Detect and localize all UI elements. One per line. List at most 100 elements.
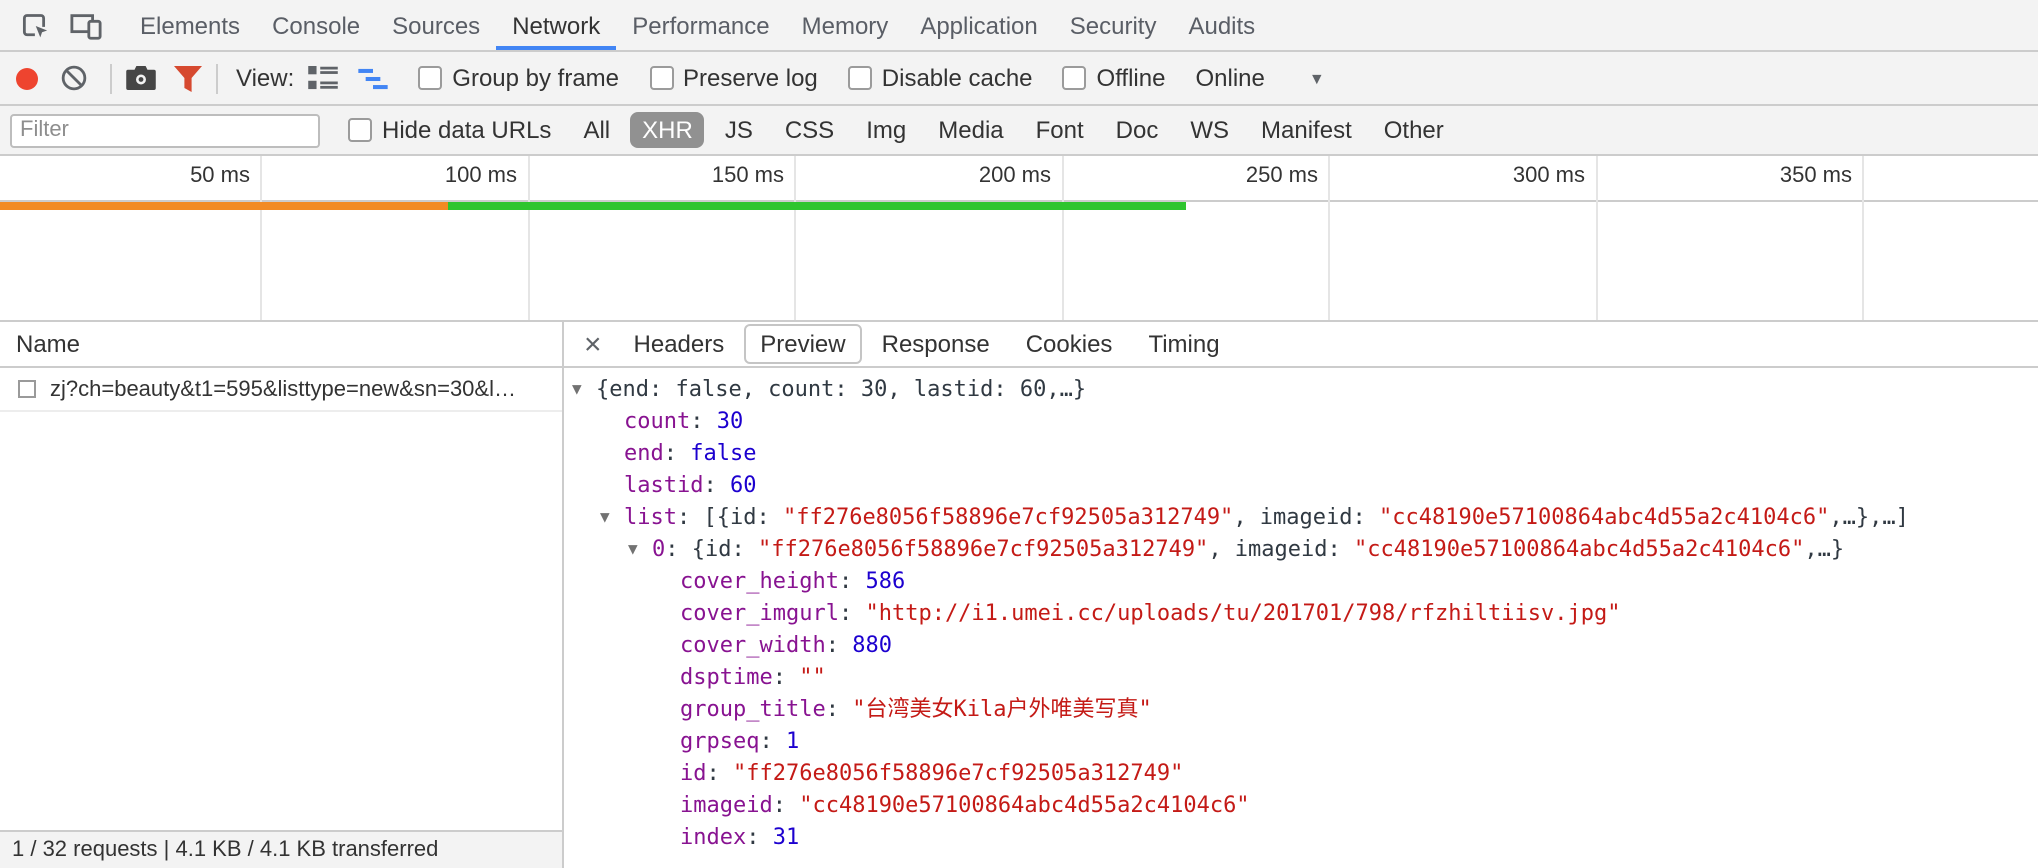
tree-line[interactable]: index: 31 — [564, 822, 2038, 854]
toggle-group-by-frame[interactable]: Group by frame — [418, 64, 619, 92]
tree-line[interactable]: ▼list: [{id: "ff276e8056f58896e7cf92505a… — [564, 502, 2038, 534]
tree-segment: "cc48190e57100864abc4d55a2c4104c6" — [1379, 504, 1829, 530]
waterfall-icon — [358, 67, 388, 89]
tree-line[interactable]: grpseq: 1 — [564, 726, 2038, 758]
tab-security[interactable]: Security — [1054, 0, 1173, 50]
tree-line[interactable]: count: 30 — [564, 406, 2038, 438]
filter-type-all[interactable]: All — [571, 112, 622, 148]
tree-line[interactable]: cover_width: 880 — [564, 630, 2038, 662]
tree-line[interactable]: imageid: "cc48190e57100864abc4d55a2c4104… — [564, 790, 2038, 822]
close-icon[interactable]: × — [570, 329, 616, 359]
expand-arrow-icon[interactable]: ▼ — [572, 374, 582, 406]
tick-label: 250 ms — [1246, 164, 1328, 188]
tree-segment: "" — [799, 664, 826, 690]
tree-segment: : [{id: — [677, 504, 783, 530]
filter-type-css[interactable]: CSS — [773, 112, 846, 148]
details-panel: × HeadersPreviewResponseCookiesTiming ▼{… — [564, 322, 2038, 868]
tab-audits[interactable]: Audits — [1172, 0, 1271, 50]
tab-application[interactable]: Application — [904, 0, 1053, 50]
expand-arrow-icon[interactable]: ▼ — [600, 502, 610, 534]
detail-tab-preview[interactable]: Preview — [744, 324, 861, 364]
tree-segment: 60 — [730, 472, 757, 498]
tree-segment: ,…} — [1804, 536, 1844, 562]
name-column-header[interactable]: Name — [0, 322, 562, 368]
inspect-element-button[interactable] — [8, 0, 60, 50]
throttling-select[interactable]: Online — [1195, 64, 1264, 92]
tree-segment: : — [826, 632, 853, 658]
gridline — [260, 156, 262, 322]
filter-type-media[interactable]: Media — [926, 112, 1015, 148]
checkbox-icon[interactable] — [848, 66, 872, 90]
filter-type-font[interactable]: Font — [1024, 112, 1096, 148]
tree-line[interactable]: ▼0: {id: "ff276e8056f58896e7cf92505a3127… — [564, 534, 2038, 566]
tree-segment: "台湾美女Kila户外唯美写真" — [852, 696, 1152, 722]
tree-segment: "cc48190e57100864abc4d55a2c4104c6" — [1354, 536, 1804, 562]
toolbar-separator — [110, 63, 112, 93]
capture-screenshots-button[interactable] — [126, 66, 156, 90]
tree-line[interactable]: ▼{end: false, count: 30, lastid: 60,…} — [564, 374, 2038, 406]
gridline — [1862, 156, 1864, 322]
detail-tab-timing[interactable]: Timing — [1132, 324, 1235, 364]
checkbox-icon[interactable] — [649, 66, 673, 90]
filter-type-doc[interactable]: Doc — [1104, 112, 1171, 148]
detail-tab-response[interactable]: Response — [866, 324, 1006, 364]
request-row[interactable]: zj?ch=beauty&t1=595&listtype=new&sn=30&l… — [0, 368, 562, 412]
filter-type-xhr[interactable]: XHR — [630, 112, 705, 148]
clear-button[interactable] — [60, 64, 88, 92]
tree-segment: : — [773, 792, 800, 818]
tree-segment: : {id: — [665, 536, 758, 562]
tree-segment: end — [624, 440, 664, 466]
tree-segment: : — [826, 696, 853, 722]
toggle-preserve-log[interactable]: Preserve log — [649, 64, 818, 92]
filter-toggle-button[interactable] — [174, 65, 202, 91]
tab-sources[interactable]: Sources — [376, 0, 496, 50]
view-label: View: — [236, 64, 294, 92]
toggle-disable-cache[interactable]: Disable cache — [848, 64, 1033, 92]
tree-segment: "cc48190e57100864abc4d55a2c4104c6" — [799, 792, 1249, 818]
tree-segment: , imageid: — [1233, 504, 1379, 530]
tree-line[interactable]: id: "ff276e8056f58896e7cf92505a312749" — [564, 758, 2038, 790]
record-button[interactable] — [16, 67, 38, 89]
toggle-device-toolbar-button[interactable] — [60, 0, 112, 50]
filter-type-img[interactable]: Img — [854, 112, 918, 148]
tab-performance[interactable]: Performance — [616, 0, 785, 50]
tree-line[interactable]: lastid: 60 — [564, 470, 2038, 502]
tree-segment: grpseq — [680, 728, 760, 754]
tree-line[interactable]: cover_imgurl: "http://i1.umei.cc/uploads… — [564, 598, 2038, 630]
overview-bar — [0, 202, 448, 210]
requests-summary: 1 / 32 requests | 4.1 KB / 4.1 KB transf… — [0, 830, 562, 868]
hide-data-urls-toggle[interactable]: Hide data URLs — [348, 116, 551, 144]
tab-elements[interactable]: Elements — [124, 0, 256, 50]
overview-bar — [448, 202, 1186, 210]
tree-segment: : — [839, 600, 866, 626]
tab-network[interactable]: Network — [496, 0, 616, 50]
tab-console[interactable]: Console — [256, 0, 376, 50]
filter-type-other[interactable]: Other — [1372, 112, 1456, 148]
tree-segment: : — [704, 472, 731, 498]
detail-tab-headers[interactable]: Headers — [618, 324, 741, 364]
timeline-overview[interactable]: 50 ms100 ms150 ms200 ms250 ms300 ms350 m… — [0, 156, 2038, 322]
tab-memory[interactable]: Memory — [786, 0, 905, 50]
tree-segment: count — [624, 408, 690, 434]
tree-segment: : — [690, 408, 717, 434]
tree-line[interactable]: end: false — [564, 438, 2038, 470]
checkbox-icon[interactable] — [418, 66, 442, 90]
tree-line[interactable]: cover_height: 586 — [564, 566, 2038, 598]
tick-label: 50 ms — [190, 164, 260, 188]
detail-tab-cookies[interactable]: Cookies — [1010, 324, 1129, 364]
show-overview-button[interactable] — [358, 67, 388, 89]
checkbox-icon[interactable] — [1063, 66, 1087, 90]
tree-segment: 0 — [652, 536, 665, 562]
large-request-rows-button[interactable] — [308, 66, 338, 90]
tree-line[interactable]: dsptime: "" — [564, 662, 2038, 694]
filter-type-manifest[interactable]: Manifest — [1249, 112, 1364, 148]
filter-type-ws[interactable]: WS — [1178, 112, 1241, 148]
filter-input[interactable] — [10, 113, 320, 147]
toggle-offline[interactable]: Offline — [1063, 64, 1166, 92]
filter-type-js[interactable]: JS — [713, 112, 765, 148]
tree-line[interactable]: group_title: "台湾美女Kila户外唯美写真" — [564, 694, 2038, 726]
hide-data-urls-label: Hide data URLs — [382, 116, 551, 144]
checkbox-icon[interactable] — [348, 118, 372, 142]
chevron-down-icon[interactable]: ▼ — [1309, 69, 1325, 87]
expand-arrow-icon[interactable]: ▼ — [628, 534, 638, 566]
